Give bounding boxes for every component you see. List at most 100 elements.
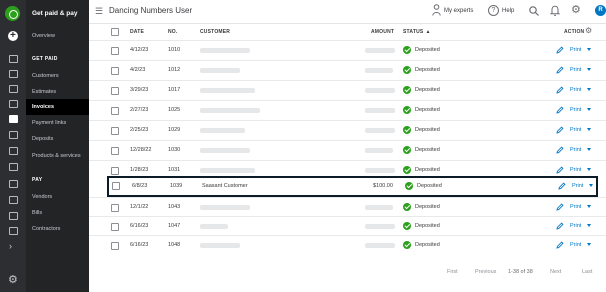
edit-pencil-icon[interactable] [556,106,564,114]
notifications-bell-icon[interactable] [550,5,560,16]
help-icon[interactable]: ? [488,5,499,16]
action-dropdown-caret-icon[interactable] [587,243,591,246]
row-checkbox[interactable] [111,147,119,155]
edit-pencil-icon[interactable] [556,241,564,249]
action-dropdown-caret-icon[interactable] [587,68,591,71]
user-avatar[interactable]: R [595,5,606,16]
sales-icon[interactable] [9,163,18,171]
print-action[interactable]: Print [570,127,581,133]
banking-icon[interactable] [9,180,18,188]
print-action[interactable]: Print [570,47,581,53]
search-icon[interactable] [529,6,539,16]
edit-pencil-icon[interactable] [556,222,564,230]
action-dropdown-caret-icon[interactable] [587,224,591,227]
edit-pencil-icon[interactable] [556,126,564,134]
column-header-amount[interactable]: AMOUNT [371,29,394,35]
table-row-highlighted[interactable]: 6/8/23 1039 Saasant Customer $100.00 Deposit… [107,176,598,197]
table-row[interactable]: 6/16/23 1047 Deposited Print [89,216,606,236]
settings-gear-icon[interactable]: ⚙ [571,5,581,16]
pager-first[interactable]: First [447,269,458,275]
column-header-date[interactable]: DATE [130,29,144,35]
edit-pencil-icon[interactable] [556,46,564,54]
table-row[interactable]: 2/27/23 1025 Deposited Print [89,100,606,120]
table-row[interactable]: 6/16/23 1048 Deposited Print [89,235,606,255]
print-action[interactable]: Print [570,67,581,73]
action-dropdown-caret-icon[interactable] [587,48,591,51]
column-header-no[interactable]: NO. [168,29,178,35]
table-row[interactable]: 3/29/23 1017 Deposited Print [89,80,606,100]
row-checkbox[interactable] [111,67,119,75]
select-all-checkbox[interactable] [111,28,119,36]
edit-pencil-icon[interactable] [558,182,566,190]
nav-item-customers[interactable]: Customers [26,68,89,84]
print-action[interactable]: Print [570,204,581,210]
row-checkbox[interactable] [111,107,119,115]
edit-pencil-icon[interactable] [556,66,564,74]
nav-item-vendors[interactable]: Vendors [26,189,89,205]
table-row[interactable]: 12/28/22 1030 Deposited Print [89,140,606,160]
get-paid-icon[interactable] [9,115,18,123]
row-checkbox[interactable] [112,182,120,190]
settings-gear-icon[interactable]: ⚙ [8,275,18,286]
bookmarks-icon[interactable] [9,55,18,63]
nav-item-deposits[interactable]: Deposits [26,131,89,147]
action-dropdown-caret-icon[interactable] [587,108,591,111]
nav-item-products-services[interactable]: Products & services [26,148,89,164]
feed-icon[interactable] [9,85,18,93]
edit-pencil-icon[interactable] [556,146,564,154]
my-experts-label[interactable]: My experts [444,8,473,14]
table-row[interactable]: 4/2/23 1012 Deposited Print [89,60,606,80]
expenses-icon[interactable] [9,147,18,155]
nav-item-contractors[interactable]: Contractors [26,221,89,237]
row-checkbox[interactable] [111,204,119,212]
experts-person-icon[interactable] [432,4,441,16]
edit-pencil-icon[interactable] [556,203,564,211]
taxes-icon[interactable] [9,212,18,220]
expand-chevron-icon[interactable]: › [9,241,12,251]
payroll-icon[interactable] [9,196,18,204]
column-header-status[interactable]: STATUS ▲ [403,29,431,35]
nav-item-invoices[interactable]: Invoices [26,99,89,115]
nav-item-payment-links[interactable]: Payment links [26,115,89,131]
row-checkbox[interactable] [111,223,119,231]
table-row[interactable]: 2/25/23 1029 Deposited Print [89,120,606,140]
pager-next[interactable]: Next [550,269,561,275]
row-checkbox[interactable] [111,242,119,250]
row-checkbox[interactable] [111,127,119,135]
row-checkbox[interactable] [111,47,119,55]
print-action[interactable]: Print [570,167,581,173]
edit-pencil-icon[interactable] [556,166,564,174]
print-action[interactable]: Print [570,87,581,93]
nav-item-bills[interactable]: Bills [26,205,89,221]
action-dropdown-caret-icon[interactable] [589,184,593,187]
print-action[interactable]: Print [570,223,581,229]
cell-customer[interactable]: Saasant Customer [202,183,248,189]
print-action[interactable]: Print [570,107,581,113]
hamburger-menu-icon[interactable]: ☰ [95,7,103,16]
column-header-customer[interactable]: CUSTOMER [200,29,230,35]
quickbooks-logo-icon[interactable] [5,6,20,21]
print-action[interactable]: Print [570,147,581,153]
apps-icon[interactable] [9,227,18,235]
nav-item-overview[interactable]: Overview [26,28,89,44]
action-dropdown-caret-icon[interactable] [587,205,591,208]
edit-pencil-icon[interactable] [556,86,564,94]
action-dropdown-caret-icon[interactable] [587,148,591,151]
transactions-icon[interactable] [9,131,18,139]
action-dropdown-caret-icon[interactable] [587,168,591,171]
table-row[interactable]: 12/1/22 1043 Deposited Print [89,197,606,217]
pager-last[interactable]: Last [582,269,592,275]
row-checkbox[interactable] [111,87,119,95]
print-action[interactable]: Print [570,242,581,248]
nav-item-estimates[interactable]: Estimates [26,84,89,100]
action-dropdown-caret-icon[interactable] [587,128,591,131]
table-row[interactable]: 4/12/23 1010 Deposited Print [89,40,606,60]
row-checkbox[interactable] [111,167,119,175]
pager-previous[interactable]: Previous [475,269,496,275]
create-plus-icon[interactable] [8,29,18,42]
help-label[interactable]: Help [502,8,514,14]
table-settings-gear-icon[interactable]: ⚙ [585,27,592,35]
reports-icon[interactable] [9,100,18,108]
action-dropdown-caret-icon[interactable] [587,88,591,91]
home-icon[interactable] [9,70,18,78]
